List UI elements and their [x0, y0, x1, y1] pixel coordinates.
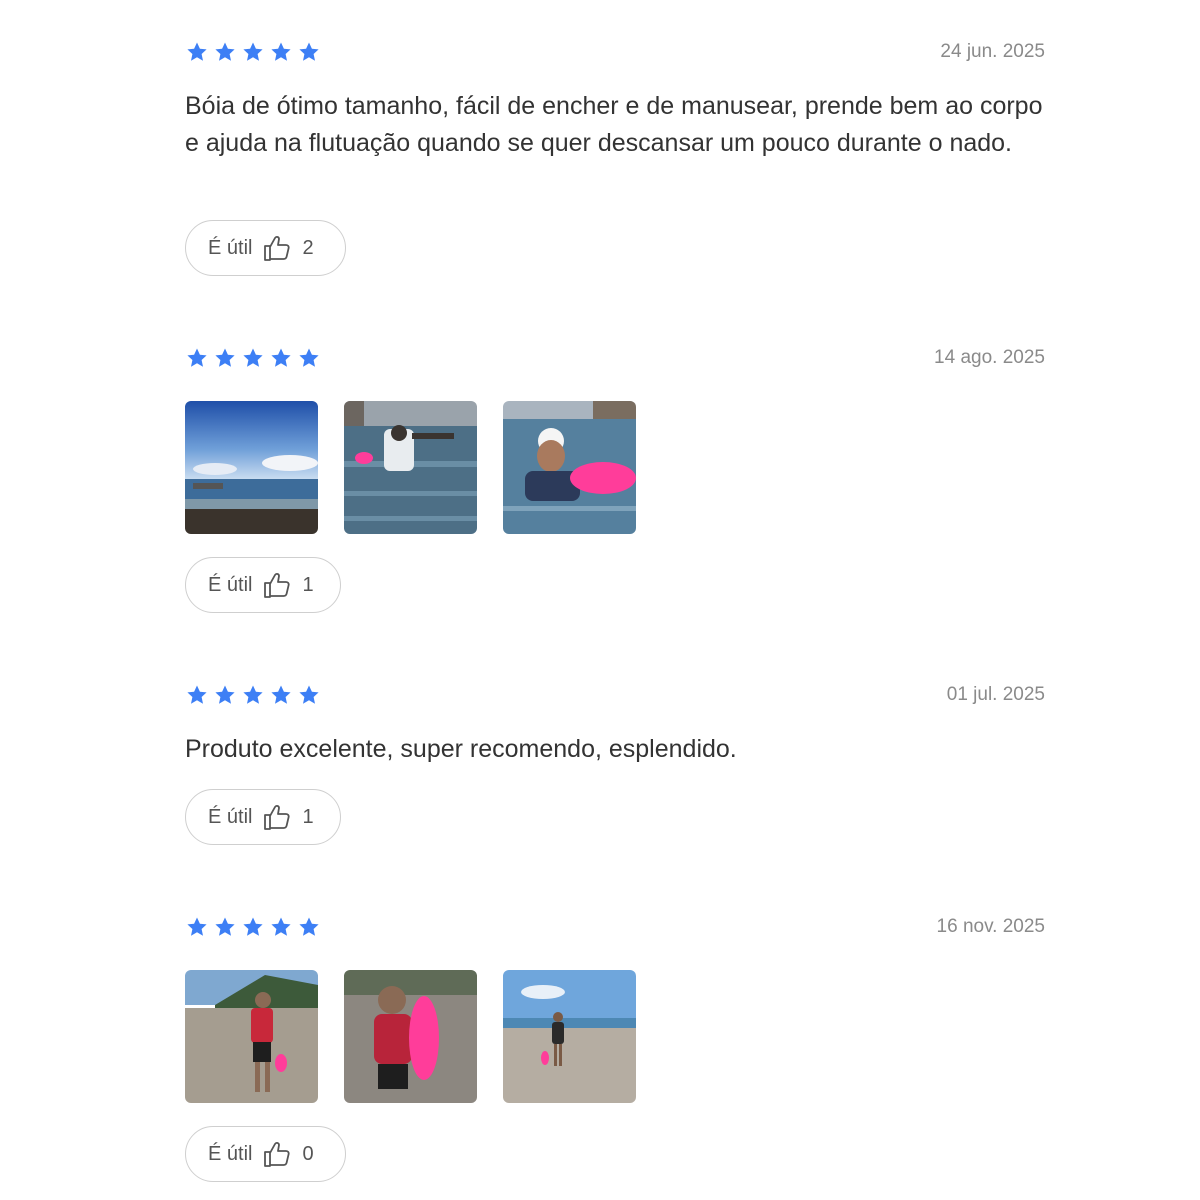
star-icon: [241, 346, 265, 370]
star-icon: [269, 915, 293, 939]
star-icon: [269, 683, 293, 707]
thumbs-up-icon: [262, 570, 292, 600]
star-icon: [213, 915, 237, 939]
star-icon: [213, 346, 237, 370]
star-icon: [185, 683, 209, 707]
star-icon: [185, 346, 209, 370]
star-icon: [297, 683, 321, 707]
star-icon: [241, 683, 265, 707]
star-icon: [185, 915, 209, 939]
review-photos: [185, 970, 636, 1103]
useful-count: 2: [302, 236, 314, 259]
useful-count: 0: [302, 1142, 314, 1165]
thumbs-up-icon: [262, 233, 292, 263]
thumbs-up-icon: [262, 1139, 292, 1169]
star-icon: [213, 683, 237, 707]
useful-label: É útil: [208, 573, 253, 596]
useful-count: 1: [302, 573, 314, 596]
star-rating: [185, 346, 321, 370]
star-icon: [269, 346, 293, 370]
useful-button[interactable]: É útil 1: [185, 557, 341, 613]
review-date: 24 jun. 2025: [940, 41, 1045, 62]
useful-button[interactable]: É útil 0: [185, 1126, 346, 1182]
star-icon: [297, 40, 321, 64]
useful-label: É útil: [208, 236, 253, 259]
star-rating: [185, 683, 321, 707]
star-icon: [241, 915, 265, 939]
beach-sky-photo[interactable]: [185, 401, 318, 534]
thumbs-up-icon: [262, 802, 292, 832]
star-icon: [269, 40, 293, 64]
useful-label: É útil: [208, 805, 253, 828]
useful-button[interactable]: É útil 2: [185, 220, 346, 276]
useful-label: É útil: [208, 1142, 253, 1165]
review-date: 16 nov. 2025: [936, 916, 1045, 937]
review-photos: [185, 401, 636, 534]
useful-count: 1: [302, 805, 314, 828]
star-icon: [213, 40, 237, 64]
review-text: Produto excelente, super recomendo, espl…: [185, 735, 737, 763]
star-rating: [185, 40, 321, 64]
swimmer-holding-buoy-photo[interactable]: [344, 970, 477, 1103]
review-date: 14 ago. 2025: [934, 347, 1045, 368]
review-date: 01 jul. 2025: [946, 684, 1045, 705]
useful-button[interactable]: É útil 1: [185, 789, 341, 845]
star-icon: [297, 915, 321, 939]
swimmer-shoreline-photo[interactable]: [503, 970, 636, 1103]
star-icon: [297, 346, 321, 370]
star-rating: [185, 915, 321, 939]
swimmer-on-beach-photo[interactable]: [185, 970, 318, 1103]
review-text: Bóia de ótimo tamanho, fácil de encher e…: [185, 92, 1043, 157]
swimmer-waving-photo[interactable]: [344, 401, 477, 534]
star-icon: [241, 40, 265, 64]
star-icon: [185, 40, 209, 64]
swimmer-with-pink-buoy-photo[interactable]: [503, 401, 636, 534]
